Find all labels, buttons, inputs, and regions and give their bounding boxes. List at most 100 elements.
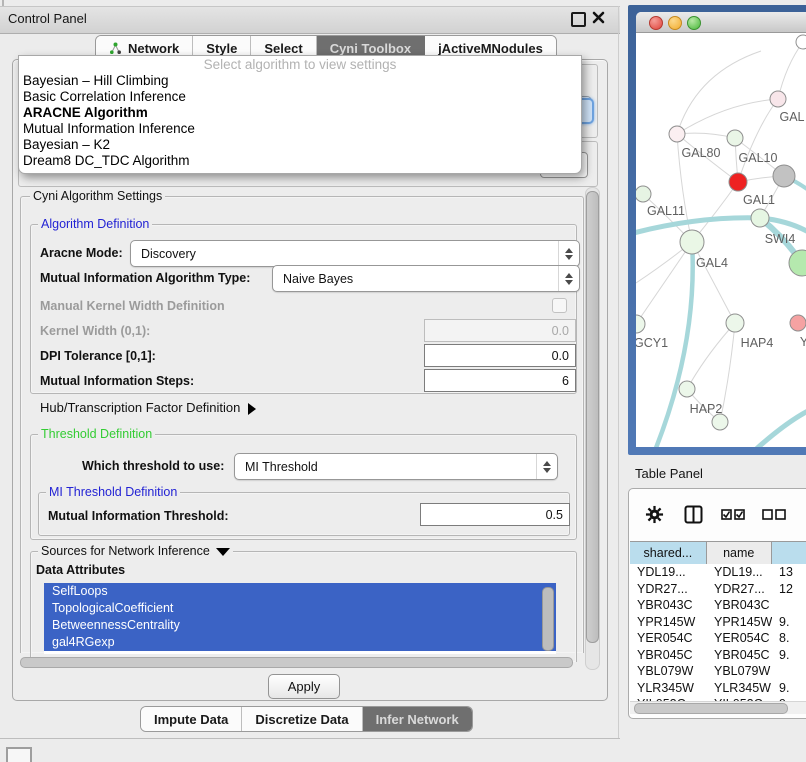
- which-threshold-select[interactable]: MI Threshold: [234, 453, 558, 480]
- tab-impute-data[interactable]: Impute Data: [141, 707, 242, 731]
- table-cell: YDR27...: [630, 582, 707, 596]
- network-icon: [109, 42, 122, 55]
- column-header[interactable]: shared...: [630, 542, 707, 564]
- control-panel-title: Control Panel: [8, 11, 87, 26]
- mi-threshold-field[interactable]: 0.5: [420, 503, 570, 526]
- network-node-gal1[interactable]: [729, 173, 747, 191]
- table-cell: 12: [772, 582, 806, 596]
- table-cell: YDR27...: [707, 582, 772, 596]
- hub-section-label: Hub/Transcription Factor Definition: [40, 400, 240, 415]
- node-label: HAP2: [690, 402, 723, 416]
- table-row[interactable]: YPR145WYPR145W9.: [630, 614, 806, 631]
- checked-checkboxes-icon[interactable]: [721, 509, 745, 520]
- hub-section-toggle[interactable]: Hub/Transcription Factor Definition: [40, 400, 256, 415]
- close-panel-icon[interactable]: [591, 10, 606, 25]
- network-node-gal[interactable]: [770, 91, 786, 107]
- network-node-gal4[interactable]: [680, 230, 704, 254]
- algorithm-option[interactable]: ARACNE Algorithm: [19, 105, 581, 121]
- column-header[interactable]: name: [707, 542, 772, 564]
- network-node[interactable]: [796, 35, 806, 49]
- spinner-arrows-icon: [536, 454, 551, 479]
- table-row[interactable]: YBR043CYBR043C: [630, 597, 806, 614]
- table-cell: 9.: [772, 648, 806, 662]
- network-window-titlebar[interactable]: [636, 12, 806, 33]
- settings-scrollbar-thumb[interactable]: [586, 191, 599, 643]
- node-label: GAL1: [743, 193, 775, 207]
- table-panel-window: shared...name YDL19...YDL19...13YDR27...…: [628, 488, 806, 719]
- table-cell: YPR145W: [630, 615, 707, 629]
- network-view-window[interactable]: GALGAL80GAL10GAL1GAL11SWI4GAL4GCY1HAP4YH…: [628, 5, 806, 455]
- attribute-list-item[interactable]: BetweennessCentrality: [44, 617, 556, 634]
- zoom-window-icon[interactable]: [687, 16, 701, 30]
- algorithm-option[interactable]: Dream8 DC_TDC Algorithm: [19, 153, 581, 169]
- algorithm-option[interactable]: Basic Correlation Inference: [19, 89, 581, 105]
- dpi-tolerance-field[interactable]: 0.0: [424, 344, 576, 367]
- table-cell: YBL079W: [707, 664, 772, 678]
- tab-infer-network[interactable]: Infer Network: [363, 707, 472, 731]
- table-cell: YLR345W: [707, 681, 772, 695]
- network-node-swi4[interactable]: [751, 209, 769, 227]
- columns-icon[interactable]: [684, 505, 703, 524]
- mi-type-select[interactable]: Naive Bayes: [272, 265, 580, 292]
- close-window-icon[interactable]: [649, 16, 663, 30]
- tab-label: Infer Network: [376, 712, 459, 727]
- kernel-width-field[interactable]: 0.0: [424, 319, 576, 342]
- network-node-hap4[interactable]: [726, 314, 744, 332]
- network-node-gal11[interactable]: [636, 186, 651, 202]
- network-node-hap2[interactable]: [679, 381, 695, 397]
- apply-button[interactable]: Apply: [268, 674, 340, 699]
- table-hscrollbar-thumb[interactable]: [634, 703, 788, 714]
- table-cell: YBR045C: [707, 648, 772, 662]
- mi-type-value: Naive Bayes: [283, 272, 353, 286]
- table-row[interactable]: YLR345WYLR345W9.: [630, 680, 806, 697]
- network-canvas[interactable]: GALGAL80GAL10GAL1GAL11SWI4GAL4GCY1HAP4YH…: [636, 33, 806, 447]
- table-header-row: shared...name: [630, 541, 806, 565]
- settings-hscrollbar-thumb[interactable]: [20, 657, 573, 668]
- tab-label: Style: [206, 41, 237, 56]
- attribute-list-item[interactable]: TopologicalCoefficient: [44, 600, 556, 617]
- table-row[interactable]: YBL079WYBL079W: [630, 663, 806, 680]
- bottom-tabbar: Impute Data Discretize Data Infer Networ…: [140, 706, 473, 732]
- algorithm-option[interactable]: Mutual Information Inference: [19, 121, 581, 137]
- table-row[interactable]: YBR045CYBR045C9.: [630, 647, 806, 664]
- attribute-list-item[interactable]: SelfLoops: [44, 583, 556, 600]
- aracne-mode-select[interactable]: Discovery: [130, 240, 580, 267]
- chevron-down-icon: [216, 548, 230, 556]
- algorithm-option[interactable]: Bayesian – K2: [19, 137, 581, 153]
- table-row[interactable]: YER054CYER054C8.: [630, 630, 806, 647]
- spinner-arrows-icon: [558, 266, 573, 291]
- table-body: YDL19...YDL19...13YDR27...YDR27...12YBR0…: [630, 564, 806, 701]
- unchecked-checkboxes-icon[interactable]: [762, 509, 786, 520]
- network-node-gcy1[interactable]: [636, 315, 645, 333]
- float-panel-icon[interactable]: [571, 12, 586, 27]
- mi-steps-field[interactable]: 6: [424, 369, 576, 392]
- algorithm-option[interactable]: Bayesian – Hill Climbing: [19, 73, 581, 89]
- table-cell: 13: [772, 565, 806, 579]
- network-node-y[interactable]: [790, 315, 806, 331]
- table-cell: YDL19...: [707, 565, 772, 579]
- column-header[interactable]: [772, 542, 806, 564]
- table-row[interactable]: YDR27...YDR27...12: [630, 581, 806, 598]
- network-node-gal10[interactable]: [727, 130, 743, 146]
- minimize-window-icon[interactable]: [668, 16, 682, 30]
- which-threshold-label: Which threshold to use:: [82, 459, 224, 473]
- data-attributes-label: Data Attributes: [36, 563, 125, 577]
- spinner-arrows-icon: [558, 241, 573, 266]
- attributes-scrollbar-thumb[interactable]: [542, 587, 554, 651]
- network-node[interactable]: [712, 414, 728, 430]
- table-row[interactable]: YDL19...YDL19...13: [630, 564, 806, 581]
- sources-legend-label: Sources for Network Inference: [41, 544, 210, 558]
- network-node-gal80[interactable]: [669, 126, 685, 142]
- threshold-legend: Threshold Definition: [38, 427, 155, 441]
- gear-icon[interactable]: [645, 505, 664, 524]
- app-root: { "control_panel": { "title": "Control P…: [0, 0, 806, 762]
- tab-discretize-data[interactable]: Discretize Data: [242, 707, 362, 731]
- sources-legend[interactable]: Sources for Network Inference: [38, 544, 233, 558]
- network-node[interactable]: [773, 165, 795, 187]
- collapsed-panel-button[interactable]: [6, 747, 32, 762]
- node-label: SWI4: [765, 232, 796, 246]
- network-view-inner: GALGAL80GAL10GAL1GAL11SWI4GAL4GCY1HAP4YH…: [636, 12, 806, 447]
- manual-kernel-checkbox[interactable]: [552, 298, 567, 313]
- attribute-list-item[interactable]: gal4RGexp: [44, 634, 556, 651]
- table-hscrollbar[interactable]: [630, 701, 806, 714]
